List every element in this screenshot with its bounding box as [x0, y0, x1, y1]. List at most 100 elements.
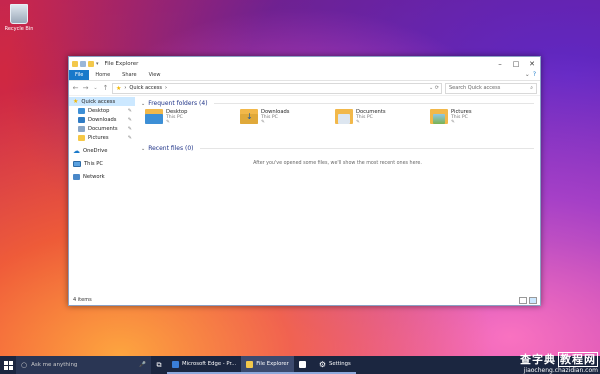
address-dropdown-icon[interactable]: ⌄ ⟳	[429, 85, 439, 91]
search-box[interactable]: Search Quick access ⌕	[445, 82, 537, 94]
taskbar-app-file-explorer[interactable]: File Explorer	[241, 356, 294, 374]
tab-file[interactable]: File	[69, 70, 90, 80]
recent-locations-icon[interactable]: ⌄	[92, 85, 99, 91]
microphone-icon[interactable]: 🎤	[139, 362, 146, 368]
downloads-folder-icon: ↓	[240, 109, 258, 124]
properties-icon[interactable]	[80, 60, 86, 67]
file-explorer-icon	[246, 360, 254, 368]
address-bar[interactable]: ★ › Quick access › ⌄ ⟳	[112, 82, 442, 94]
star-icon: ★	[73, 98, 79, 105]
pin-icon: ✎	[166, 120, 170, 125]
recycle-bin[interactable]: Recycle Bin	[4, 4, 34, 32]
sidebar-item-onedrive[interactable]: ☁ OneDrive	[69, 146, 135, 155]
taskbar-app-store[interactable]	[293, 356, 314, 374]
forward-icon[interactable]: →	[82, 84, 89, 92]
explorer-app-icon	[72, 60, 78, 67]
taskbar-app-edge[interactable]: Microsoft Edge - Pr...	[167, 356, 242, 374]
address-root-separator: ›	[124, 85, 127, 91]
close-button[interactable]: ✕	[524, 57, 540, 70]
pin-icon: ✎	[356, 120, 360, 125]
taskbar: ○ Ask me anything 🎤 ⧉ Microsoft Edge - P…	[0, 352, 600, 374]
tab-view[interactable]: View	[143, 70, 167, 80]
large-icons-view-icon[interactable]	[529, 296, 537, 304]
watermark-url: jiaocheng.chazidian.com	[523, 367, 598, 374]
sidebar-item-network[interactable]: Network	[69, 172, 135, 181]
help-icon[interactable]: ?	[533, 71, 536, 78]
back-icon[interactable]: ←	[72, 84, 79, 92]
sidebar-item-pictures[interactable]: Pictures ✎	[69, 133, 135, 142]
pictures-folder-icon	[78, 134, 85, 141]
pin-icon[interactable]: ✎	[128, 117, 132, 123]
title-bar: ▾ File Explorer – □ ✕	[69, 57, 540, 70]
edge-icon	[172, 360, 179, 368]
folder-tile-desktop[interactable]: Desktop This PC ✎	[145, 108, 240, 125]
window-title: File Explorer	[104, 60, 139, 67]
window-controls: – □ ✕	[492, 57, 540, 70]
item-count: 4 items	[73, 297, 92, 303]
sidebar-item-this-pc[interactable]: This PC	[69, 159, 135, 168]
downloads-folder-icon	[78, 116, 85, 123]
pin-icon: ✎	[261, 120, 265, 125]
quick-access-toolbar: ▾	[69, 60, 99, 67]
sidebar-item-quick-access[interactable]: ★ Quick access	[69, 97, 135, 106]
taskbar-app-settings[interactable]: ⚙ Settings	[313, 356, 356, 374]
qat-dropdown-icon[interactable]: ▾	[96, 61, 99, 67]
up-icon[interactable]: ↑	[102, 84, 109, 92]
sidebar-item-label: Quick access	[81, 98, 116, 105]
recycle-bin-label: Recycle Bin	[4, 26, 34, 32]
pin-icon[interactable]: ✎	[128, 135, 132, 141]
sidebar-item-documents[interactable]: Documents ✎	[69, 124, 135, 133]
cortana-search-box[interactable]: ○ Ask me anything 🎤	[16, 356, 151, 374]
taskbar-app-label: Settings	[329, 361, 351, 367]
tab-share[interactable]: Share	[116, 70, 142, 80]
pictures-folder-icon	[430, 109, 448, 124]
store-icon	[298, 360, 306, 368]
task-view-icon[interactable]: ⧉	[151, 361, 167, 370]
sidebar-item-label: Downloads	[88, 116, 117, 123]
pin-icon[interactable]: ✎	[128, 108, 132, 114]
sidebar-item-desktop[interactable]: Desktop ✎	[69, 106, 135, 115]
desktop-folder-icon	[78, 107, 85, 114]
pin-icon[interactable]: ✎	[128, 126, 132, 132]
folder-tile-downloads[interactable]: ↓ Downloads This PC ✎	[240, 108, 335, 125]
sidebar-item-label: Documents	[88, 125, 118, 132]
taskbar-app-label: Microsoft Edge - Pr...	[182, 361, 237, 367]
ribbon-tabs: File Home Share View ⌄ ?	[69, 70, 540, 81]
recent-files-header[interactable]: ⌄ Recent files (0)	[141, 144, 534, 153]
gear-icon: ⚙	[318, 359, 327, 369]
taskbar-app-label: File Explorer	[256, 361, 289, 367]
minimize-button[interactable]: –	[492, 57, 508, 70]
maximize-button[interactable]: □	[508, 57, 524, 70]
taskbar-search-input[interactable]: Ask me anything	[31, 362, 77, 368]
desktop-folder-icon	[145, 109, 163, 124]
address-path[interactable]: Quick access	[129, 85, 162, 91]
start-button[interactable]	[0, 356, 16, 374]
chevron-down-icon: ⌄	[141, 100, 146, 107]
sidebar-item-label: Desktop	[88, 107, 110, 114]
folder-tile-documents[interactable]: Documents This PC ✎	[335, 108, 430, 125]
frequent-folders-header[interactable]: ⌄ Frequent folders (4)	[141, 99, 534, 108]
windows-logo-icon	[3, 360, 13, 370]
sidebar-item-downloads[interactable]: Downloads ✎	[69, 115, 135, 124]
address-path-separator[interactable]: ›	[165, 85, 167, 91]
expand-ribbon-icon[interactable]: ⌄	[525, 71, 530, 78]
section-title: Recent files (0)	[148, 145, 194, 152]
sidebar-item-label: OneDrive	[83, 147, 108, 154]
recycle-bin-icon	[10, 4, 28, 24]
address-row: ← → ⌄ ↑ ★ › Quick access › ⌄ ⟳ Search Qu…	[69, 81, 540, 96]
chevron-down-icon: ⌄	[141, 145, 146, 152]
network-icon	[73, 173, 80, 180]
recent-empty-message: After you've opened some files, we'll sh…	[253, 161, 422, 166]
search-input[interactable]: Search Quick access	[449, 85, 500, 91]
search-icon: ⌕	[530, 85, 533, 91]
sidebar-item-label: Network	[83, 173, 105, 180]
details-view-icon[interactable]	[519, 296, 527, 304]
new-folder-icon[interactable]	[88, 60, 94, 67]
watermark-site-sub: 教程网	[558, 352, 598, 367]
folder-tile-pictures[interactable]: Pictures This PC ✎	[430, 108, 525, 125]
content-pane: ⌄ Frequent folders (4) Desktop This PC ✎…	[135, 95, 540, 295]
tab-home[interactable]: Home	[89, 70, 116, 80]
navigation-pane: ★ Quick access Desktop ✎ Downloads ✎ Doc…	[69, 95, 135, 295]
quick-access-star-icon: ★	[116, 84, 122, 92]
pin-icon: ✎	[451, 120, 455, 125]
